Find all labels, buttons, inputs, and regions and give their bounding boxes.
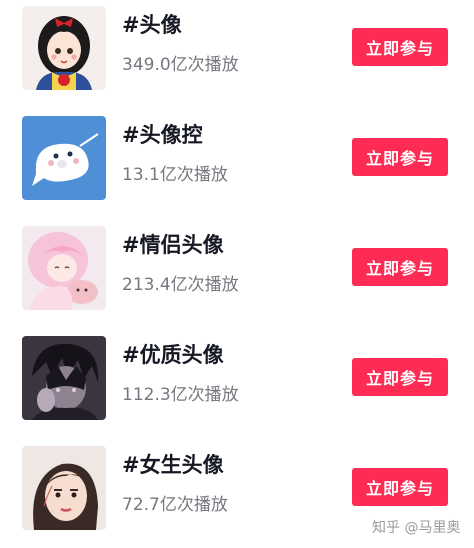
join-now-button[interactable]: 立即参与 xyxy=(352,358,448,396)
topic-title[interactable]: #优质头像 xyxy=(122,342,224,368)
zhihu-watermark: 知乎 @马里奥 xyxy=(372,520,461,536)
topic-thumbnail-dark-boy[interactable] xyxy=(22,336,106,420)
topic-title[interactable]: #情侣头像 xyxy=(122,232,224,258)
sketch-girl-avatar-image xyxy=(22,446,106,530)
join-now-button[interactable]: 立即参与 xyxy=(352,28,448,66)
white-seal-avatar-image xyxy=(22,116,106,200)
join-now-button[interactable]: 立即参与 xyxy=(352,468,448,506)
topic-play-count: 13.1亿次播放 xyxy=(122,165,228,185)
dark-anime-boy-avatar-image xyxy=(22,336,106,420)
topic-play-count: 349.0亿次播放 xyxy=(122,55,239,75)
topic-play-count: 72.7亿次播放 xyxy=(122,495,228,515)
topic-row[interactable]: #头像 349.0亿次播放 立即参与 xyxy=(0,6,474,106)
join-now-button[interactable]: 立即参与 xyxy=(352,138,448,176)
snow-white-avatar-image xyxy=(22,6,106,90)
topic-thumbnail-sketch-girl[interactable] xyxy=(22,446,106,530)
topic-thumbnail-pink-girl[interactable] xyxy=(22,226,106,310)
topic-row[interactable]: #情侣头像 213.4亿次播放 立即参与 xyxy=(0,226,474,326)
join-now-button[interactable]: 立即参与 xyxy=(352,248,448,286)
topic-title[interactable]: #头像控 xyxy=(122,122,203,148)
topic-title[interactable]: #女生头像 xyxy=(122,452,224,478)
pink-anime-girl-avatar-image xyxy=(22,226,106,310)
topic-play-count: 112.3亿次播放 xyxy=(122,385,239,405)
topic-play-count: 213.4亿次播放 xyxy=(122,275,239,295)
topic-title[interactable]: #头像 xyxy=(122,12,182,38)
topic-row[interactable]: #优质头像 112.3亿次播放 立即参与 xyxy=(0,336,474,436)
topic-thumbnail-snow-white[interactable] xyxy=(22,6,106,90)
topic-thumbnail-seal[interactable] xyxy=(22,116,106,200)
topic-row[interactable]: #头像控 13.1亿次播放 立即参与 xyxy=(0,116,474,216)
